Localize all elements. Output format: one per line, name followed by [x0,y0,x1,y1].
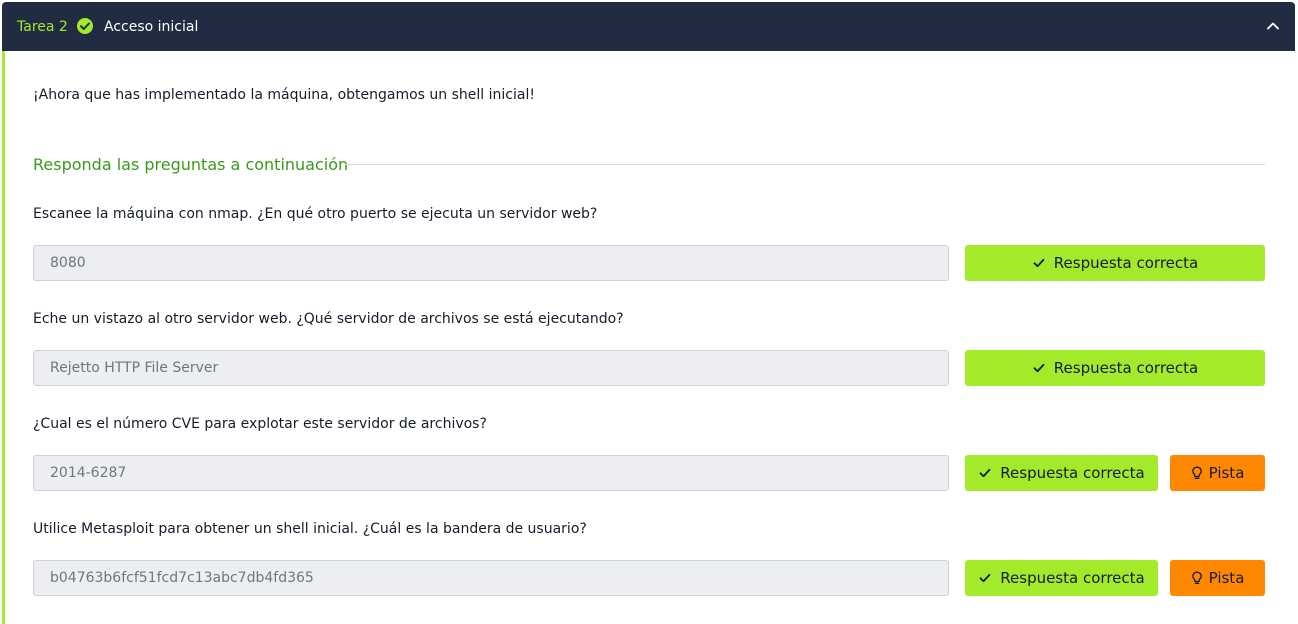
correct-answer-button[interactable]: Respuesta correcta [965,560,1158,596]
hint-button[interactable]: Pista [1170,455,1265,491]
correct-answer-button[interactable]: Respuesta correcta [965,245,1265,281]
button-label: Respuesta correcta [1053,359,1199,377]
checkmark-icon [1032,256,1046,270]
task-header[interactable]: Tarea 2 Acceso inicial [2,2,1295,51]
question-text: Escanee la máquina con nmap. ¿En qué otr… [33,206,598,222]
answer-input[interactable] [33,350,949,386]
section-divider [345,164,1265,165]
answer-input[interactable] [33,560,949,596]
button-label: Respuesta correcta [1000,464,1145,482]
question-text: Eche un vistazo al otro servidor web. ¿Q… [33,311,624,327]
button-label: Pista [1208,464,1245,482]
task-body: ¡Ahora que has implementado la máquina, … [2,51,1295,624]
checkmark-icon [978,466,992,480]
correct-answer-button[interactable]: Respuesta correcta [965,455,1158,491]
task-intro: ¡Ahora que has implementado la máquina, … [33,87,535,103]
question-text: Utilice Metasploit para obtener un shell… [33,521,587,537]
task-number: Tarea 2 [17,19,68,35]
button-label: Pista [1208,569,1245,587]
check-circle-icon [76,17,94,35]
button-label: Respuesta correcta [1000,569,1145,587]
lightbulb-icon [1191,571,1203,585]
hint-button[interactable]: Pista [1170,560,1265,596]
answer-input[interactable] [33,245,949,281]
chevron-up-icon[interactable] [1265,18,1281,34]
task-title: Acceso inicial [104,19,199,35]
lightbulb-icon [1191,466,1203,480]
correct-answer-button[interactable]: Respuesta correcta [965,350,1265,386]
answer-input[interactable] [33,455,949,491]
question-text: ¿Cual es el número CVE para explotar est… [33,416,487,432]
section-title: Responda las preguntas a continuación [33,155,349,174]
button-label: Respuesta correcta [1053,254,1199,272]
checkmark-icon [978,571,992,585]
checkmark-icon [1032,361,1046,375]
